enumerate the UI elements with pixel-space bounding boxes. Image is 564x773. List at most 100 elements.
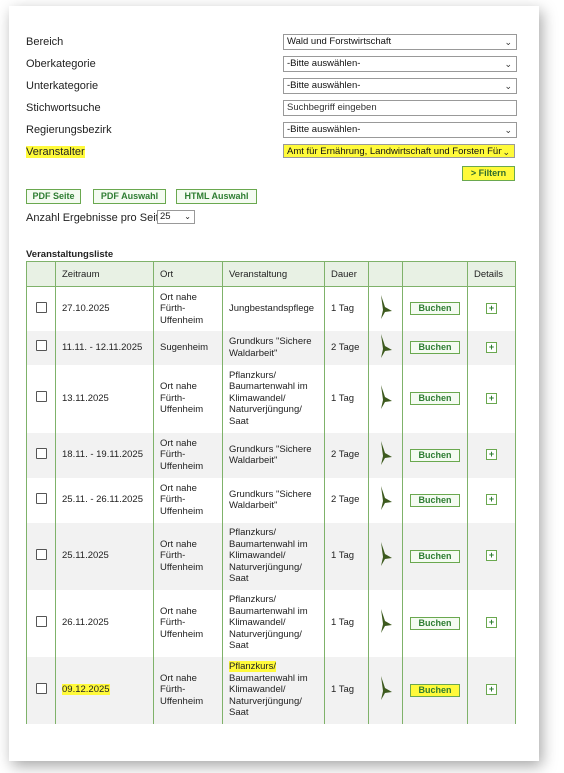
buchen-button[interactable]: Buchen: [410, 549, 460, 563]
per-page-select[interactable]: 25 ⌄: [157, 210, 195, 224]
unterkategorie-label: Unterkategorie: [26, 80, 99, 92]
dauer-cell: 1 Tag: [324, 522, 369, 590]
row-checkbox[interactable]: [35, 492, 47, 504]
buchen-button[interactable]: Buchen: [410, 616, 460, 630]
plus-icon[interactable]: +: [486, 392, 497, 404]
regierungsbezirk-select[interactable]: -Bitte auswählen- ⌄: [283, 122, 517, 138]
plus-icon[interactable]: +: [486, 303, 497, 314]
table-row: 27.10.2025 Ort nahe Fürth-Uffenheim Jungbe…: [26, 286, 516, 331]
details-cell: +: [467, 330, 516, 365]
veranstalter-label: Veranstalter: [26, 146, 85, 158]
oberkategorie-label: Oberkategorie: [26, 58, 96, 70]
zeitraum-value: 26.11.2025: [62, 617, 109, 629]
html-auswahl-button[interactable]: HTML Auswahl: [176, 189, 257, 204]
veranstaltung-highlight: Pflanzkurs/: [229, 661, 276, 673]
filter-button[interactable]: > Filtern: [462, 166, 515, 181]
plus-icon[interactable]: +: [486, 494, 497, 506]
buchen-button[interactable]: Buchen: [410, 392, 460, 405]
pdf-seite-button[interactable]: PDF Seite: [26, 189, 81, 204]
buchen-button[interactable]: Buchen: [410, 302, 460, 316]
oberkategorie-select[interactable]: -Bitte auswählen- ⌄: [283, 56, 517, 72]
chevron-down-icon: ⌄: [504, 59, 512, 69]
logo-cell: [368, 330, 403, 365]
stichwortsuche-input[interactable]: Suchbegriff eingeben: [283, 100, 517, 116]
dauer-cell: 1 Tag: [324, 286, 369, 331]
row-select-cell: [26, 330, 56, 365]
col-dauer[interactable]: Dauer: [324, 261, 369, 287]
zeitraum-value: 11.11. - 12.11.2025: [62, 341, 143, 353]
dauer-cell: 2 Tage: [324, 477, 369, 523]
list-title: Veranstaltungsliste: [26, 249, 114, 260]
veranstalter-select[interactable]: Amt für Ernährung, Landwirtschaft und Fo…: [283, 144, 515, 158]
bereich-label: Bereich: [26, 36, 64, 48]
col-buchen: [402, 261, 468, 287]
bereich-value: Wald und Forstwirtschaft: [287, 36, 392, 47]
buchen-cell: Buchen: [402, 589, 468, 657]
logo-cell: [368, 589, 403, 657]
veranstalter-value: Amt für Ernährung, Landwirtschaft und Fo…: [287, 146, 510, 157]
zeitraum-cell: 27.10.2025: [55, 286, 154, 331]
row-checkbox[interactable]: [35, 301, 47, 313]
col-ort[interactable]: Ort: [153, 261, 223, 287]
zeitraum-cell: 11.11. - 12.11.2025: [55, 330, 154, 365]
col-details: Details: [467, 261, 516, 287]
row-checkbox[interactable]: [35, 615, 47, 627]
table-row: 26.11.2025 Ort nahe Fürth-Uffenheim Pflanz…: [26, 589, 516, 657]
buchen-cell: Buchen: [402, 364, 468, 433]
buchen-button[interactable]: Buchen: [410, 341, 460, 354]
zeitraum-cell: 13.11.2025: [55, 364, 154, 433]
plus-icon[interactable]: +: [486, 341, 497, 353]
regierungsbezirk-value: -Bitte auswählen-: [287, 124, 361, 135]
col-zeitraum[interactable]: Zeitraum: [55, 261, 154, 287]
buchen-button[interactable]: Buchen: [410, 448, 460, 462]
row-checkbox[interactable]: [35, 340, 47, 352]
row-select-cell: [26, 432, 56, 478]
unterkategorie-value: -Bitte auswählen-: [287, 80, 361, 91]
regierungsbezirk-label: Regierungsbezirk: [26, 124, 112, 136]
col-veranstaltung[interactable]: Veranstaltung: [222, 261, 325, 287]
zeitraum-value: 25.11.2025: [62, 550, 109, 562]
buchen-cell: Buchen: [402, 330, 468, 365]
buchen-button[interactable]: Buchen: [410, 683, 460, 697]
dauer-cell: 2 Tage: [324, 330, 369, 365]
row-select-cell: [26, 286, 56, 331]
veranstaltung-cell: Pflanzkurs/ Baumartenwahl im Klimawandel…: [222, 656, 325, 724]
dauer-cell: 1 Tag: [324, 656, 369, 724]
pdf-auswahl-button[interactable]: PDF Auswahl: [93, 189, 166, 204]
table-row: 18.11. - 19.11.2025 Ort nahe Fürth-Uffenh…: [26, 432, 516, 478]
forst-logo-icon: [380, 676, 392, 701]
row-select-cell: [26, 477, 56, 523]
chevron-down-icon: ⌄: [504, 37, 512, 47]
veranstaltung-value: Baumartenwahl im Klimawandel/ Naturverjü…: [229, 672, 308, 719]
ort-cell: Ort nahe Fürth-Uffenheim: [153, 656, 223, 724]
plus-icon[interactable]: +: [486, 617, 497, 629]
row-checkbox[interactable]: [35, 548, 47, 560]
buchen-cell: Buchen: [402, 432, 468, 478]
veranstaltung-cell: Pflanzkurs/ Baumartenwahl im Klimawandel…: [222, 522, 325, 590]
zeitraum-value: 09.12.2025: [62, 684, 110, 696]
details-cell: +: [467, 589, 516, 657]
chevron-down-icon: ⌄: [504, 81, 512, 91]
zeitraum-cell: 09.12.2025: [55, 656, 154, 724]
veranstaltung-cell: Grundkurs "Sichere Waldarbeit": [222, 432, 325, 478]
row-select-cell: [26, 656, 56, 724]
row-checkbox[interactable]: [35, 682, 47, 694]
buchen-button[interactable]: Buchen: [410, 493, 460, 507]
chevron-down-icon: ⌄: [184, 212, 191, 221]
ort-cell: Ort nahe Fürth-Uffenheim: [153, 432, 223, 478]
zeitraum-cell: 25.11.2025: [55, 522, 154, 590]
plus-icon[interactable]: +: [486, 550, 497, 562]
logo-cell: [368, 522, 403, 590]
col-select: [26, 261, 56, 287]
zeitraum-value: 27.10.2025: [62, 303, 110, 314]
row-checkbox[interactable]: [35, 447, 47, 459]
table-row: 25.11.2025 Ort nahe Fürth-Uffenheim Pflanz…: [26, 522, 516, 590]
unterkategorie-select[interactable]: -Bitte auswählen- ⌄: [283, 78, 517, 94]
veranstaltung-cell: Jungbestandspflege: [222, 286, 325, 331]
forst-logo-icon: [380, 384, 392, 409]
plus-icon[interactable]: +: [486, 449, 497, 461]
plus-icon[interactable]: +: [486, 684, 497, 696]
bereich-select[interactable]: Wald und Forstwirtschaft ⌄: [283, 34, 517, 50]
row-checkbox[interactable]: [35, 391, 47, 403]
chevron-down-icon: ⌄: [502, 145, 510, 157]
